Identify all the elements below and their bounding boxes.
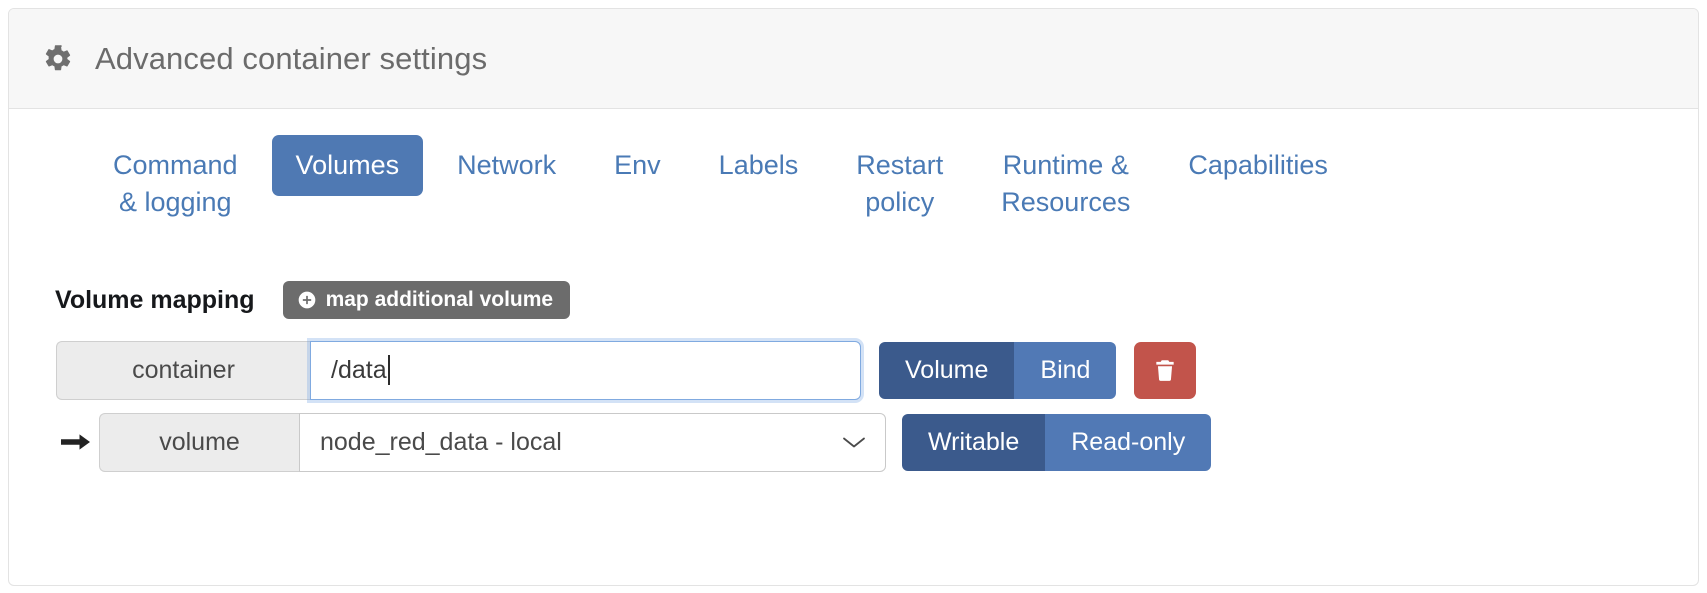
mount-type-bind-button[interactable]: Bind [1014, 341, 1117, 399]
tab-network[interactable]: Network [433, 135, 580, 196]
volume-source-selected-value: node_red_data - local [320, 427, 562, 456]
volume-source-prefix-label: volume [99, 412, 299, 472]
chevron-down-icon [843, 437, 865, 448]
container-path-prefix-label: container [56, 340, 310, 400]
card-body: Command & logging Volumes Network Env La… [9, 109, 1698, 585]
volume-row-container: container /data Volume Bind [9, 339, 1698, 401]
gear-icon [45, 44, 71, 70]
settings-tabs: Command & logging Volumes Network Env La… [9, 135, 1698, 255]
maps-to-arrow [56, 431, 96, 453]
advanced-container-settings-card: Advanced container settings Command & lo… [8, 8, 1699, 586]
container-path-input[interactable]: /data [310, 340, 861, 400]
tab-env[interactable]: Env [590, 135, 685, 196]
page-title: Advanced container settings [95, 40, 488, 76]
volume-access-readonly-button[interactable]: Read-only [1045, 413, 1212, 471]
mount-type-volume-button[interactable]: Volume [879, 341, 1015, 399]
trash-icon [1156, 360, 1175, 381]
tab-labels[interactable]: Labels [695, 135, 823, 196]
delete-volume-mapping-button[interactable] [1134, 341, 1197, 399]
card-header: Advanced container settings [9, 9, 1698, 109]
tab-volumes[interactable]: Volumes [271, 135, 424, 197]
map-additional-volume-button[interactable]: map additional volume [282, 281, 571, 319]
text-caret [387, 355, 390, 385]
volume-mapping-header: Volume mapping map additional volume [9, 277, 1698, 323]
volume-row-source: volume node_red_data - local Writable Re… [9, 411, 1698, 473]
container-path-value: /data [331, 355, 387, 384]
mount-type-toggle: Volume Bind [879, 341, 1117, 399]
volume-source-select[interactable]: node_red_data - local [299, 412, 886, 472]
volume-access-toggle: Writable Read-only [902, 413, 1212, 471]
tab-restart-policy[interactable]: Restart policy [832, 135, 967, 234]
volume-access-writable-button[interactable]: Writable [902, 413, 1046, 471]
arrow-right-icon [61, 434, 90, 450]
tab-runtime-resources[interactable]: Runtime & Resources [977, 135, 1154, 234]
volume-mapping-label: Volume mapping [55, 285, 255, 314]
tab-command-logging[interactable]: Command & logging [89, 135, 262, 234]
plus-circle-icon [298, 291, 315, 308]
map-additional-volume-label: map additional volume [325, 288, 554, 311]
tab-capabilities[interactable]: Capabilities [1164, 135, 1352, 196]
